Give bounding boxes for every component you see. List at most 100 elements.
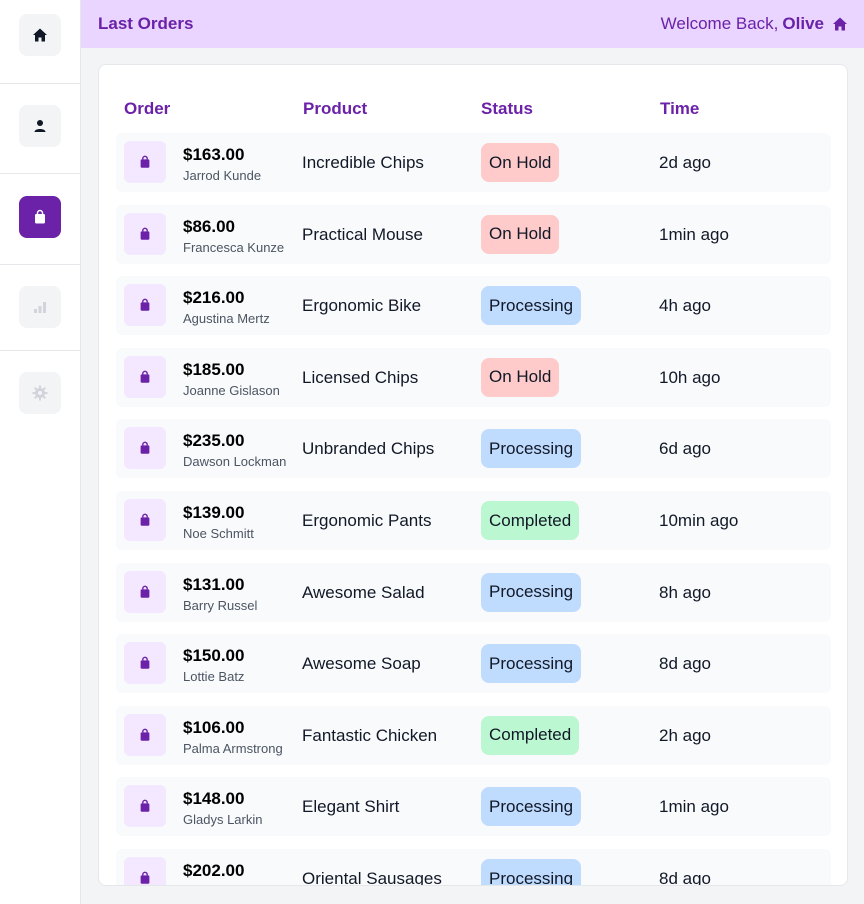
status-badge: On Hold — [481, 357, 560, 397]
user-name: Olive — [782, 14, 824, 33]
order-icon-box — [124, 141, 166, 183]
nav-orders-button[interactable] — [19, 196, 61, 238]
order-amount: $163.00 — [183, 145, 245, 164]
product-name: Licensed Chips — [302, 367, 419, 387]
order-icon-box — [124, 427, 166, 470]
status-badge: Processing — [481, 572, 582, 612]
customer-name: Joanne Gislason — [183, 382, 280, 398]
order-amount: $106.00 — [183, 717, 245, 737]
nav-profile — [0, 105, 80, 147]
customer-name: Noe Schmitt — [183, 526, 254, 541]
order-time: 2d ago — [659, 153, 711, 172]
order-icon-box — [124, 355, 166, 398]
home-icon — [33, 28, 47, 42]
bar-chart-icon — [34, 302, 46, 313]
product-name: Ergonomic Pants — [302, 511, 432, 530]
order-icon-box — [124, 713, 166, 756]
status-badge: Completed — [481, 715, 580, 755]
customer-name: Jarrod Kunde — [183, 168, 262, 183]
customer-name: Palma Armstrong — [183, 740, 283, 756]
order-time: 8d ago — [659, 869, 711, 886]
order-icon-box — [124, 785, 166, 828]
order-time: 1min ago — [659, 797, 729, 817]
table-row[interactable]: $216.00 Agustina Mertz Ergonomic Bike Proce… — [116, 276, 831, 336]
product-name: Oriental Sausages — [302, 869, 442, 886]
table-row[interactable]: $148.00 Gladys Larkin Elegant Shirt Process… — [116, 777, 831, 837]
status-badge: Processing — [481, 859, 582, 885]
welcome-message: Welcome Back, Olive — [661, 14, 848, 34]
product-name: Awesome Soap — [302, 654, 421, 674]
product-name: Elegant Shirt — [302, 797, 400, 817]
table-row[interactable]: $202.00 Oriental Sausages Processing 8d ago — [116, 849, 831, 886]
nav-home — [0, 14, 80, 56]
sidebar — [0, 0, 81, 904]
status-badge: Processing — [481, 429, 582, 469]
customer-name: Lottie Batz — [183, 669, 245, 685]
order-time: 8d ago — [659, 654, 711, 674]
status-badge: Processing — [481, 787, 582, 827]
table-row[interactable]: $235.00 Dawson Lockman Unbranded Chips Proc… — [116, 419, 831, 479]
order-time: 6d ago — [659, 439, 711, 459]
status-badge: On Hold — [481, 143, 560, 182]
nav-divider — [0, 173, 80, 174]
order-amount: $185.00 — [183, 359, 245, 379]
orders-card: Order Product Status Time $163.00 Jarrod … — [98, 64, 848, 886]
customer-name: Gladys Larkin — [183, 812, 263, 828]
column-header-order: Order — [124, 99, 171, 118]
shopping-bag-icon — [140, 728, 150, 741]
order-time: 2h ago — [659, 725, 711, 745]
nav-stats-button[interactable] — [19, 286, 61, 328]
product-name: Practical Mouse — [302, 224, 423, 244]
order-amount: $148.00 — [183, 789, 245, 809]
order-time: 4h ago — [659, 296, 711, 316]
nav-orders — [0, 196, 80, 238]
welcome-text: Welcome Back, — [660, 14, 779, 33]
order-amount: $202.00 — [183, 861, 245, 880]
table-row[interactable]: $139.00 Noe Schmitt Ergonomic Pants Complet… — [116, 491, 831, 550]
order-amount: $235.00 — [183, 431, 245, 451]
order-icon-box — [124, 499, 166, 541]
table-row[interactable]: $106.00 Palma Armstrong Fantastic Chicken C… — [116, 705, 831, 765]
order-time: 10h ago — [659, 367, 721, 387]
product-name: Ergonomic Bike — [302, 296, 422, 316]
product-name: Unbranded Chips — [302, 439, 435, 459]
table-row[interactable]: $163.00 Jarrod Kunde Incredible Chips On Ho… — [116, 133, 831, 192]
nav-settings-button[interactable] — [19, 372, 61, 414]
order-icon-box — [124, 212, 166, 255]
status-badge: Processing — [481, 644, 582, 684]
table-row[interactable]: $185.00 Joanne Gislason Licensed Chips On H… — [116, 347, 831, 407]
order-amount: $86.00 — [183, 216, 235, 236]
column-header-status: Status — [481, 99, 533, 118]
order-time: 10min ago — [659, 511, 739, 530]
table-row[interactable]: $150.00 Lottie Batz Awesome Soap Processing… — [116, 634, 831, 694]
nav-profile-button[interactable] — [19, 105, 61, 147]
shopping-bag-icon — [140, 155, 150, 168]
table-row[interactable]: $86.00 Francesca Kunze Practical Mouse On H… — [116, 204, 831, 264]
home-icon[interactable] — [832, 16, 848, 32]
shopping-bag-icon — [140, 800, 150, 813]
user-icon — [34, 120, 46, 132]
column-header-time: Time — [660, 99, 700, 118]
top-bar: Last Orders Welcome Back, Olive — [81, 0, 864, 48]
nav-divider — [0, 350, 80, 351]
customer-name: Agustina Mertz — [183, 311, 270, 327]
table-row[interactable]: $131.00 Barry Russel Awesome Salad Processi… — [116, 562, 831, 622]
product-name: Awesome Salad — [302, 582, 425, 602]
order-icon-box — [124, 570, 166, 613]
nav-stats — [0, 286, 80, 328]
order-icon-box — [124, 642, 166, 685]
status-badge: On Hold — [481, 214, 560, 254]
nav-settings — [0, 372, 80, 414]
customer-name: Barry Russel — [183, 597, 258, 613]
gear-icon — [32, 385, 48, 401]
shopping-bag-icon — [140, 442, 150, 455]
column-header-product: Product — [303, 99, 368, 118]
nav-home-button[interactable] — [19, 14, 61, 56]
customer-name: Dawson Lockman — [183, 454, 287, 470]
order-icon-box — [124, 857, 166, 885]
order-time: 1min ago — [659, 224, 729, 244]
table-header: Order Product Status Time — [99, 99, 847, 119]
shopping-bag-icon — [140, 871, 150, 884]
nav-divider — [0, 264, 80, 265]
order-icon-box — [124, 284, 166, 327]
